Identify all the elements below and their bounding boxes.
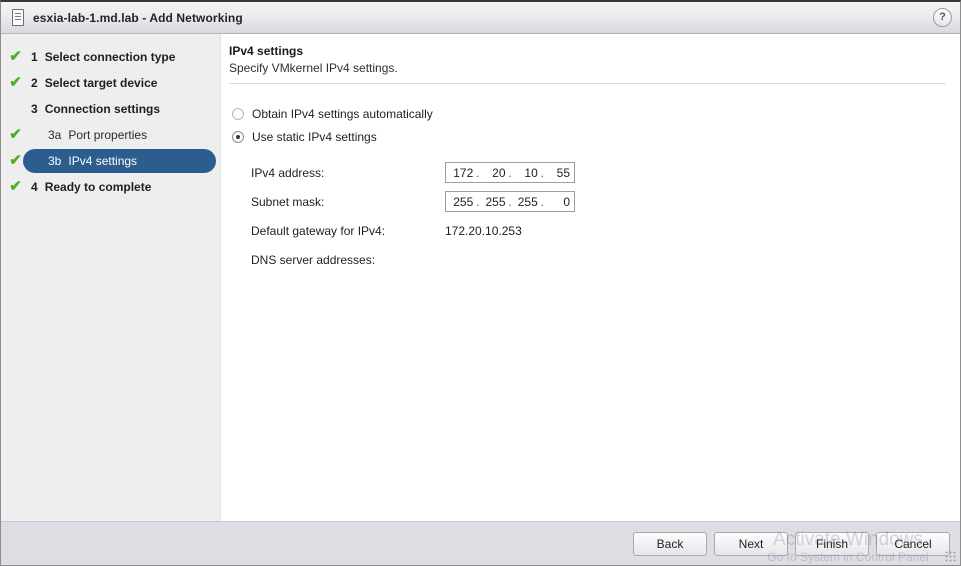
step-text: Port properties (68, 128, 147, 142)
window-titlebar: esxia-lab-1.md.lab - Add Networking ? (1, 2, 960, 34)
default-gateway-row: Default gateway for IPv4: 172.20.10.253 (251, 216, 946, 245)
octet-3[interactable]: 255 (514, 195, 539, 209)
sidebar-item-ready-to-complete[interactable]: ✔ 4 Ready to complete (1, 174, 220, 200)
window-title: esxia-lab-1.md.lab - Add Networking (33, 11, 243, 25)
page-subtitle: Specify VMkernel IPv4 settings. (229, 61, 946, 75)
check-icon: ✔ (9, 180, 22, 193)
check-icon: ✔ (9, 128, 22, 141)
octet-separator: . (507, 166, 514, 180)
step-text: IPv4 settings (68, 154, 137, 168)
default-gateway-label: Default gateway for IPv4: (251, 224, 445, 238)
radio-label: Use static IPv4 settings (252, 130, 377, 144)
check-icon: ✔ (9, 154, 22, 167)
octet-2[interactable]: 20 (481, 166, 506, 180)
resize-grip-icon[interactable] (945, 551, 957, 563)
wizard-steps-sidebar: ✔ 1 Select connection type ✔ 2 Select targ… (1, 34, 221, 521)
octet-separator: . (474, 195, 481, 209)
step-text: Select connection type (45, 50, 176, 64)
step-text: Ready to complete (45, 180, 152, 194)
help-icon[interactable]: ? (933, 8, 952, 27)
finish-button[interactable]: Finish (795, 532, 869, 556)
octet-1[interactable]: 172 (449, 166, 474, 180)
window-body: ✔ 1 Select connection type ✔ 2 Select targ… (1, 34, 960, 521)
radio-button-unselected-icon[interactable] (232, 108, 244, 120)
ipv4-address-row: IPv4 address: 172 . 20 . 10 . 55 (251, 158, 946, 187)
subnet-mask-row: Subnet mask: 255 . 255 . 255 . 0 (251, 187, 946, 216)
octet-separator: . (474, 166, 481, 180)
radio-obtain-automatically[interactable]: Obtain IPv4 settings automatically (232, 102, 946, 125)
subnet-mask-input[interactable]: 255 . 255 . 255 . 0 (445, 191, 575, 212)
wizard-footer: Activate Windows Go to System in Control… (1, 521, 960, 566)
cancel-button[interactable]: Cancel (876, 532, 950, 556)
host-server-icon (12, 9, 24, 26)
octet-2[interactable]: 255 (481, 195, 506, 209)
step-number: 3b (48, 154, 61, 168)
check-icon: ✔ (9, 50, 22, 63)
octet-separator: . (539, 195, 546, 209)
add-networking-window: esxia-lab-1.md.lab - Add Networking ? ✔ … (0, 0, 961, 566)
next-button[interactable]: Next (714, 532, 788, 556)
sidebar-item-connection-settings[interactable]: ✔ 3Connection settings (1, 96, 220, 122)
step-number: 2 (31, 76, 38, 90)
dns-servers-label: DNS server addresses: (251, 253, 445, 267)
radio-label: Obtain IPv4 settings automatically (252, 107, 433, 121)
ipv4-form: IPv4 address: 172 . 20 . 10 . 55 Subnet … (251, 158, 946, 274)
sidebar-item-label: 4 Ready to complete (31, 180, 151, 194)
check-icon: ✔ (9, 76, 22, 89)
sidebar-item-label: 3b IPv4 settings (48, 154, 137, 168)
octet-3[interactable]: 10 (514, 166, 539, 180)
ipv4-address-input[interactable]: 172 . 20 . 10 . 55 (445, 162, 575, 183)
step-text: Connection settings (45, 102, 160, 116)
radio-use-static[interactable]: Use static IPv4 settings (232, 125, 946, 148)
subnet-mask-label: Subnet mask: (251, 195, 445, 209)
step-number: 4 (31, 180, 38, 194)
sidebar-item-label: 2 Select target device (31, 76, 157, 90)
octet-separator: . (539, 166, 546, 180)
step-number: 1 (31, 50, 38, 64)
step-number: 3a (48, 128, 61, 142)
default-gateway-value: 172.20.10.253 (445, 224, 522, 238)
octet-4[interactable]: 0 (546, 195, 571, 209)
ipv4-address-label: IPv4 address: (251, 166, 445, 180)
sidebar-item-ipv4-settings[interactable]: ✔ 3b IPv4 settings (1, 148, 220, 174)
dns-servers-row: DNS server addresses: (251, 245, 946, 274)
step-number: 3 (31, 102, 38, 116)
octet-separator: . (507, 195, 514, 209)
step-text: Select target device (45, 76, 158, 90)
octet-4[interactable]: 55 (546, 166, 571, 180)
ipv4-settings-panel: IPv4 settings Specify VMkernel IPv4 sett… (221, 34, 960, 521)
radio-button-selected-icon[interactable] (232, 131, 244, 143)
sidebar-item-label: 3 Connection settings (31, 102, 160, 116)
sidebar-item-port-properties[interactable]: ✔ 3a Port properties (1, 122, 220, 148)
sidebar-item-select-connection-type[interactable]: ✔ 1 Select connection type (1, 44, 220, 70)
back-button[interactable]: Back (633, 532, 707, 556)
octet-1[interactable]: 255 (449, 195, 474, 209)
sidebar-item-label: 3a Port properties (48, 128, 147, 142)
header-divider (229, 83, 946, 84)
sidebar-item-select-target-device[interactable]: ✔ 2 Select target device (1, 70, 220, 96)
sidebar-item-label: 1 Select connection type (31, 50, 175, 64)
page-title: IPv4 settings (229, 44, 946, 58)
